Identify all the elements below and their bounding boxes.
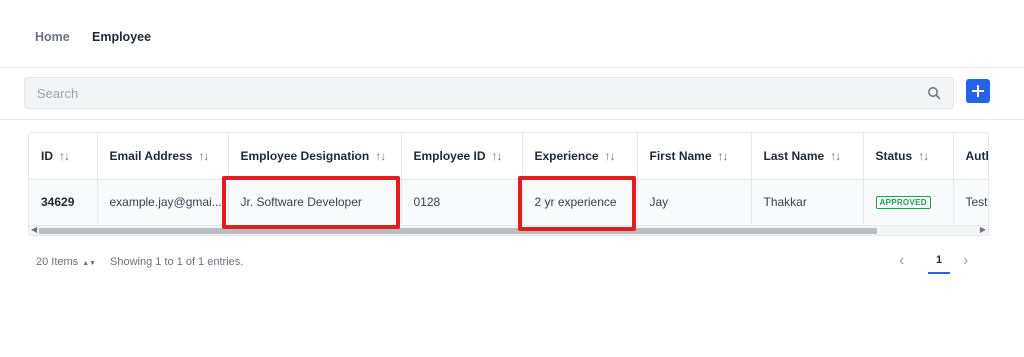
- search-bar: [24, 77, 954, 109]
- top-nav: Home Employee: [0, 0, 1024, 68]
- toolbar: [0, 68, 1024, 120]
- cell-id: 34629: [29, 179, 98, 224]
- table-row[interactable]: 34629 example.jay@gmai... Jr. Software D…: [29, 179, 988, 224]
- cell-experience: 2 yr experience: [522, 179, 638, 224]
- sort-caret-icon: ▲▼: [82, 260, 97, 267]
- column-label: Auth: [965, 148, 989, 163]
- prev-page-icon[interactable]: ‹: [899, 252, 904, 270]
- plus-icon: [972, 85, 984, 97]
- column-header-id[interactable]: ID ↑↓: [29, 133, 98, 180]
- column-label: Experience: [534, 148, 599, 163]
- sort-icon[interactable]: ↑↓: [605, 149, 616, 163]
- sort-icon[interactable]: ↑↓: [375, 149, 386, 163]
- column-header-first-name[interactable]: First Name ↑↓: [637, 133, 752, 180]
- nav-home-link[interactable]: Home: [35, 30, 70, 44]
- column-label: Employee ID: [413, 148, 486, 163]
- cell-last-name: Thakkar: [751, 179, 864, 224]
- column-header-designation[interactable]: Employee Designation ↑↓: [228, 133, 402, 180]
- cell-employee-id: 0128: [401, 179, 523, 224]
- next-page-icon[interactable]: ›: [963, 252, 968, 270]
- cell-designation: Jr. Software Developer: [228, 179, 402, 224]
- cell-status: APPROVED: [863, 179, 954, 224]
- sort-icon[interactable]: ↑↓: [718, 149, 729, 163]
- column-header-auth[interactable]: Auth: [953, 133, 989, 180]
- column-header-experience[interactable]: Experience ↑↓: [522, 133, 638, 180]
- pagination-footer: 20 Items ▲▼ Showing 1 to 1 of 1 entries. …: [0, 250, 1024, 280]
- scroll-right-icon[interactable]: ▶: [980, 225, 986, 234]
- column-label: Last Name: [763, 148, 825, 163]
- sort-icon[interactable]: ↑↓: [830, 149, 841, 163]
- column-header-email[interactable]: Email Address ↑↓: [97, 133, 229, 180]
- search-input[interactable]: [37, 78, 917, 108]
- nav-employee-link[interactable]: Employee: [92, 30, 151, 44]
- scrollbar-thumb[interactable]: [39, 228, 877, 234]
- status-badge: APPROVED: [875, 196, 931, 210]
- employee-grid: ID ↑↓ Email Address ↑↓ Employee Designatio…: [28, 132, 989, 236]
- column-header-last-name[interactable]: Last Name ↑↓: [751, 133, 864, 180]
- sort-icon[interactable]: ↑↓: [198, 149, 209, 163]
- employee-table: ID ↑↓ Email Address ↑↓ Employee Designatio…: [29, 133, 989, 224]
- horizontal-scrollbar[interactable]: ◀ ▶: [29, 225, 988, 235]
- page-size-label: 20 Items: [36, 256, 79, 268]
- add-employee-button[interactable]: [966, 79, 990, 103]
- entries-info: Showing 1 to 1 of 1 entries.: [110, 256, 244, 268]
- page-size-select[interactable]: 20 Items ▲▼: [36, 256, 96, 268]
- sort-icon[interactable]: ↑↓: [918, 149, 929, 163]
- column-label: Status: [875, 148, 913, 163]
- column-header-status[interactable]: Status ↑↓: [863, 133, 954, 180]
- cell-first-name: Jay: [637, 179, 752, 224]
- sort-icon[interactable]: ↑↓: [492, 149, 503, 163]
- sort-icon[interactable]: ↑↓: [59, 149, 70, 163]
- header-row: ID ↑↓ Email Address ↑↓ Employee Designatio…: [29, 133, 989, 180]
- column-header-employee-id[interactable]: Employee ID ↑↓: [401, 133, 523, 180]
- scroll-left-icon[interactable]: ◀: [31, 225, 37, 234]
- cell-email: example.jay@gmai...: [97, 179, 229, 224]
- column-label: Email Address: [109, 148, 193, 163]
- search-icon[interactable]: [927, 86, 941, 100]
- column-label: First Name: [649, 148, 712, 163]
- cell-auth: Test: [953, 179, 988, 224]
- column-label: ID: [41, 148, 53, 163]
- page-button-current[interactable]: 1: [928, 254, 950, 274]
- column-label: Employee Designation: [240, 148, 370, 163]
